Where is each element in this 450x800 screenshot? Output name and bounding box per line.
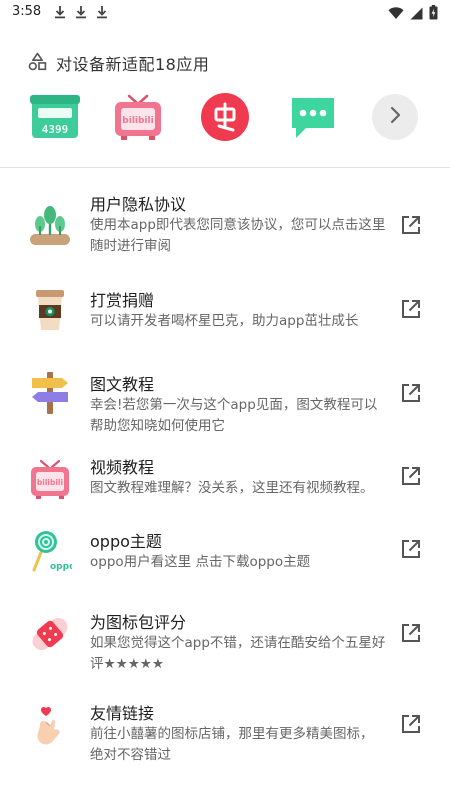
open-external-icon[interactable]	[400, 465, 422, 487]
item-title: 友情链接	[90, 704, 155, 723]
list-item-oppo-theme[interactable]: oppo oppo主题 oppo用户看这里 点击下载oppo主题	[0, 518, 450, 596]
list-item-privacy[interactable]: 用户隐私协议 使用本app即代表您同意该协议，您可以点击这里随时进行审阅	[0, 168, 450, 264]
adapted-apps-row: 4399 bilibili	[30, 92, 430, 144]
messages-app-icon[interactable]	[288, 92, 338, 142]
svg-text:4399: 4399	[42, 123, 69, 136]
item-title: 视频教程	[90, 458, 155, 477]
battery-charging-icon	[429, 5, 438, 24]
list-item-friend-links[interactable]: 友情链接 前往小囍薯的图标店铺，那里有更多精美图标，绝对不容错过	[0, 690, 450, 790]
bilibili-tv-app-icon[interactable]: bilibili	[113, 92, 163, 142]
bandage-icon	[28, 612, 72, 656]
list-item-video-tutorial[interactable]: bilibili 视频教程 图文教程难理解？没关系，这里还有视频教程。	[0, 444, 450, 518]
item-title: 用户隐私协议	[90, 195, 187, 214]
item-description: 图文教程难理解？没关系，这里还有视频教程。	[90, 480, 374, 496]
open-external-icon[interactable]	[400, 214, 422, 236]
chevron-right-icon	[388, 106, 402, 128]
open-external-icon[interactable]	[400, 538, 422, 560]
signal-icon	[410, 5, 423, 24]
item-description: 使用本app即代表您同意该协议，您可以点击这里随时进行审阅	[90, 217, 386, 254]
item-description: 如果您觉得这个app不错，还请在酷安给个五星好评★★★★★	[90, 635, 386, 672]
svg-text:bilibili: bilibili	[122, 116, 153, 126]
status-bar: 3:58	[0, 0, 450, 26]
status-time: 3:58	[12, 4, 42, 19]
item-title: 图文教程	[90, 375, 155, 394]
download-icon	[96, 5, 108, 19]
list-item-image-tutorial[interactable]: 图文教程 幸会!若您第一次与这个app见面，图文教程可以帮助您知晓如何使用它	[0, 348, 450, 444]
adapted-apps-header: 对设备新适配18应用	[28, 51, 209, 75]
download-icon	[54, 5, 66, 19]
item-title: oppo主题	[90, 532, 162, 551]
calculator-app-icon[interactable]: 4399	[30, 92, 80, 142]
item-description: oppo用户看这里 点击下载oppo主题	[90, 554, 311, 570]
open-external-icon[interactable]	[400, 382, 422, 404]
item-description: 幸会!若您第一次与这个app见面，图文教程可以帮助您知晓如何使用它	[90, 397, 378, 434]
finger-heart-icon	[28, 704, 72, 748]
coffee-cup-icon	[28, 288, 72, 332]
item-title: 打赏捐赠	[90, 291, 155, 310]
item-description: 前往小囍薯的图标店铺，那里有更多精美图标，绝对不容错过	[90, 726, 374, 763]
shapes-icon	[28, 52, 47, 75]
download-icon	[75, 5, 87, 19]
plant-icon	[28, 204, 72, 248]
bilibili-tv-icon: bilibili	[28, 458, 72, 502]
signpost-icon	[28, 370, 72, 414]
list-item-rate[interactable]: 为图标包评分 如果您觉得这个app不错，还请在酷安给个五星好评★★★★★	[0, 596, 450, 690]
svg-text:bilibili: bilibili	[37, 478, 63, 487]
lollipop-icon: oppo	[28, 528, 75, 572]
list-item-donate[interactable]: 打赏捐赠 可以请开发者喝杯星巴克，助力app茁壮成长	[0, 264, 450, 348]
bug-app-icon[interactable]	[200, 92, 250, 142]
adapted-apps-count-text: 对设备新适配18应用	[56, 55, 210, 74]
open-external-icon[interactable]	[400, 622, 422, 644]
open-external-icon[interactable]	[400, 713, 422, 735]
item-description: 可以请开发者喝杯星巴克，助力app茁壮成长	[90, 313, 359, 329]
item-title: 为图标包评分	[90, 613, 187, 632]
more-apps-button[interactable]	[372, 94, 418, 140]
open-external-icon[interactable]	[400, 298, 422, 320]
wifi-icon	[388, 5, 404, 24]
svg-text:oppo: oppo	[50, 562, 72, 572]
